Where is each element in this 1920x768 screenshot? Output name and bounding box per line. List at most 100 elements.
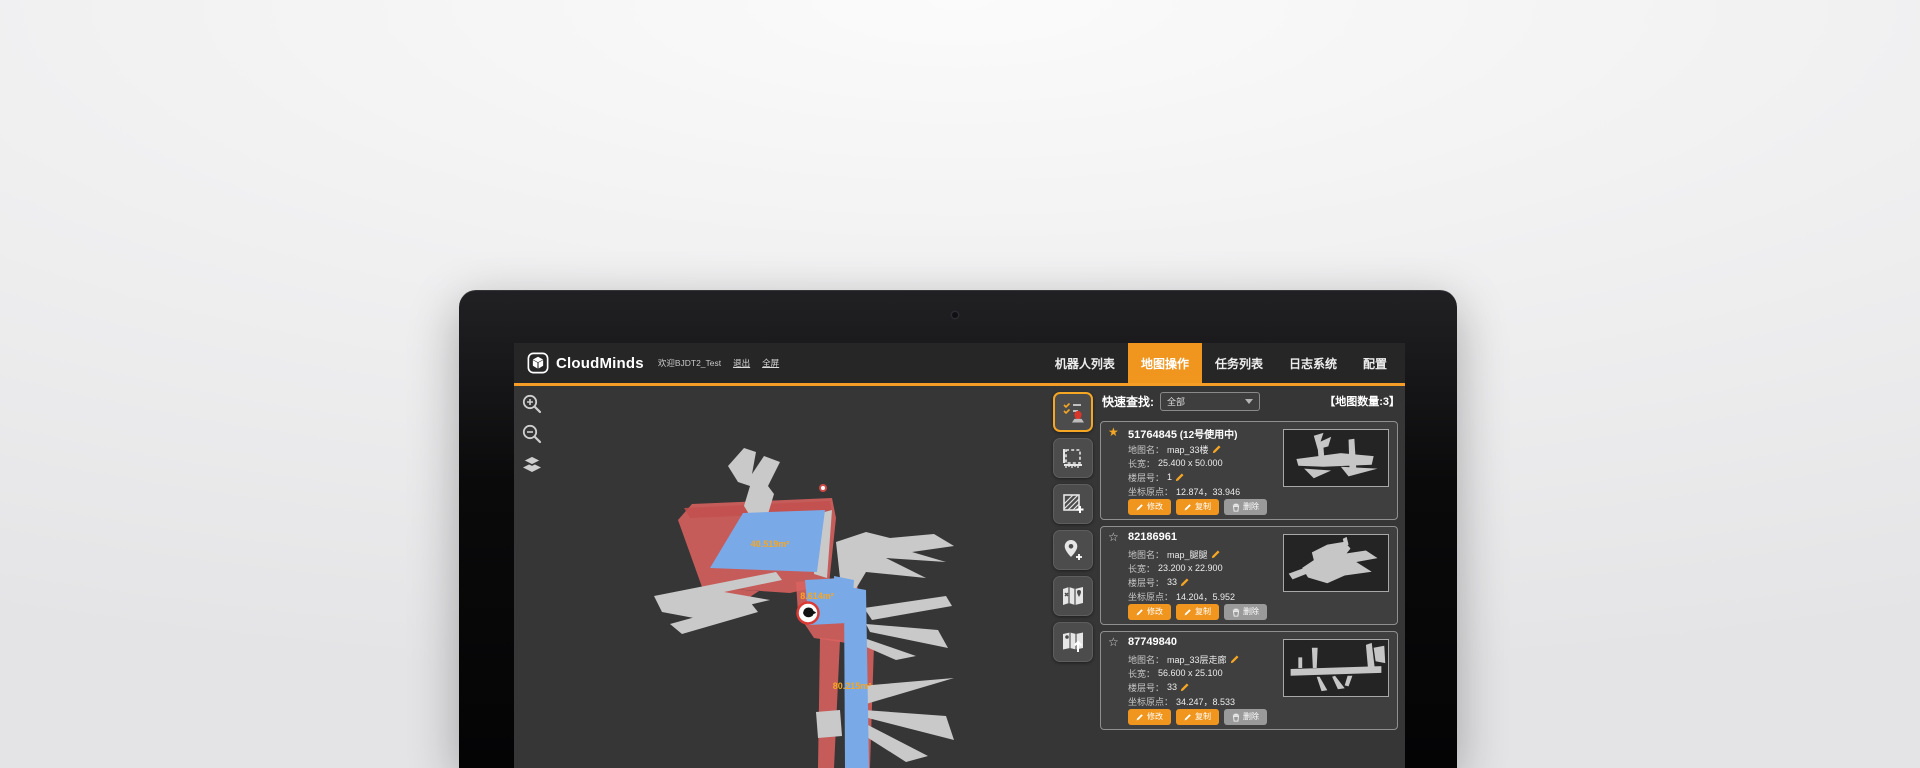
map-name-value: map_腿腿 — [1167, 548, 1208, 561]
map-count-badge: 【地图数量:3】 — [1324, 393, 1400, 409]
copy-button[interactable]: 复制 — [1176, 709, 1219, 725]
favorite-star[interactable]: ☆ — [1108, 635, 1119, 649]
nav-item-robot-list[interactable]: 机器人列表 — [1042, 343, 1128, 383]
main-nav: 机器人列表 地图操作 任务列表 日志系统 配置 — [1042, 343, 1405, 383]
floor-value: 33 — [1167, 577, 1177, 587]
map-thumbnail-image — [1284, 430, 1388, 486]
pencil-icon — [1184, 608, 1192, 616]
poi-marker[interactable] — [798, 603, 819, 624]
upload-map-icon — [1060, 629, 1086, 655]
edit-pencil-icon[interactable] — [1211, 549, 1221, 559]
map-name-value: map_33层走廊 — [1167, 653, 1227, 666]
map-with-pin-icon — [1060, 583, 1086, 609]
edit-pencil-icon[interactable] — [1212, 444, 1222, 454]
edit-button[interactable]: 修改 — [1128, 499, 1171, 515]
page-background: CloudMinds 欢迎BJDT2_Test 退出 全屏 机器人列表 地图操作… — [0, 0, 1920, 768]
copy-button[interactable]: 复制 — [1176, 499, 1219, 515]
pencil-icon — [1136, 503, 1144, 511]
field-label: 地图名： — [1128, 443, 1164, 456]
layers-button[interactable] — [521, 453, 543, 475]
quick-find-label: 快速查找: — [1102, 393, 1154, 410]
map-marker-button[interactable] — [1053, 576, 1093, 616]
filter-row: 快速查找: 全部 【地图数量:3】 — [1102, 391, 1400, 411]
add-virtual-wall-button[interactable] — [1053, 484, 1093, 524]
area-label: 40.519m² — [751, 539, 790, 549]
measure-icon — [1060, 445, 1086, 471]
webcam-dot — [952, 312, 958, 318]
field-label: 地图名： — [1128, 548, 1164, 561]
edit-button[interactable]: 修改 — [1128, 709, 1171, 725]
map-list-panel: 快速查找: 全部 【地图数量:3】 ★ 51764845 (12号使用中) 地图… — [1100, 386, 1405, 768]
map-id: 87749840 — [1128, 636, 1177, 648]
welcome-text: 欢迎BJDT2_Test — [658, 357, 721, 369]
map-card: ☆ 87749840 地图名： map_33层走廊 长宽： 56.600 x 2… — [1100, 631, 1398, 730]
area-label: 8.614m² — [800, 591, 834, 601]
app-header: CloudMinds 欢迎BJDT2_Test 退出 全屏 机器人列表 地图操作… — [514, 343, 1405, 386]
add-region-icon — [1060, 491, 1086, 517]
field-label: 长宽： — [1128, 562, 1155, 575]
pencil-icon — [1136, 713, 1144, 721]
zoom-in-button[interactable] — [521, 393, 543, 415]
add-point-button[interactable] — [1053, 530, 1093, 570]
edit-pencil-icon[interactable] — [1230, 654, 1240, 664]
field-label: 地图名： — [1128, 653, 1164, 666]
map-thumbnail-image — [1284, 535, 1388, 591]
brand-name: CloudMinds — [556, 355, 644, 372]
map-id: 82186961 — [1128, 531, 1177, 543]
delete-button[interactable]: 删除 — [1224, 604, 1267, 620]
map-zoom-tools — [521, 393, 543, 475]
fullscreen-link[interactable]: 全屏 — [762, 357, 779, 369]
edit-button[interactable]: 修改 — [1128, 604, 1171, 620]
delete-button[interactable]: 删除 — [1224, 499, 1267, 515]
map-size-value: 56.600 x 25.100 — [1158, 668, 1223, 678]
map-thumbnail[interactable] — [1283, 639, 1389, 697]
floor-value: 33 — [1167, 682, 1177, 692]
nav-item-map-operations[interactable]: 地图操作 — [1128, 343, 1202, 383]
trash-icon — [1232, 608, 1240, 617]
favorite-star[interactable]: ★ — [1108, 425, 1119, 439]
layers-icon — [521, 453, 543, 475]
field-label: 长宽： — [1128, 667, 1155, 680]
field-label: 楼层号： — [1128, 471, 1164, 484]
nav-item-config[interactable]: 配置 — [1350, 343, 1400, 383]
copy-button[interactable]: 复制 — [1176, 604, 1219, 620]
origin-value: 12.874，33.946 — [1176, 485, 1240, 498]
task-checklist-pin-icon — [1060, 399, 1086, 425]
zoom-out-icon — [521, 423, 543, 445]
waypoint-dot[interactable] — [820, 485, 826, 491]
app-screen: CloudMinds 欢迎BJDT2_Test 退出 全屏 机器人列表 地图操作… — [514, 343, 1405, 768]
map-thumbnail[interactable] — [1283, 429, 1389, 487]
upload-map-button[interactable] — [1053, 622, 1093, 662]
logout-link[interactable]: 退出 — [733, 357, 750, 369]
zoom-out-button[interactable] — [521, 423, 543, 445]
map-filter-select[interactable]: 全部 — [1160, 392, 1260, 411]
map-thumbnail-image — [1284, 640, 1388, 696]
edit-pencil-icon[interactable] — [1175, 472, 1185, 482]
nav-item-log-system[interactable]: 日志系统 — [1276, 343, 1350, 383]
measure-area-button[interactable] — [1053, 438, 1093, 478]
map-card-title: 87749840 — [1128, 636, 1177, 648]
map-thumbnail[interactable] — [1283, 534, 1389, 592]
zoom-in-icon — [521, 393, 543, 415]
trash-icon — [1232, 503, 1240, 512]
task-points-button[interactable] — [1053, 392, 1093, 432]
map-card-title: 51764845 (12号使用中) — [1128, 426, 1238, 441]
map-card: ☆ 82186961 地图名： map_腿腿 长宽： 23.200 x 22.9… — [1100, 526, 1398, 625]
map-name-value: map_33楼 — [1167, 443, 1209, 456]
main-content: 40.519m² 8.614m² 80.215m² — [514, 386, 1405, 768]
origin-value: 14.204，5.952 — [1176, 590, 1235, 603]
field-label: 坐标原点： — [1128, 590, 1173, 603]
edit-pencil-icon[interactable] — [1180, 682, 1190, 692]
map-size-value: 25.400 x 50.000 — [1158, 458, 1223, 468]
area-label: 80.215m² — [833, 681, 872, 691]
field-label: 楼层号： — [1128, 681, 1164, 694]
origin-value: 34.247，8.533 — [1176, 695, 1235, 708]
field-label: 坐标原点： — [1128, 485, 1173, 498]
map-card: ★ 51764845 (12号使用中) 地图名： map_33楼 长宽： 25.… — [1100, 421, 1398, 520]
favorite-star[interactable]: ☆ — [1108, 530, 1119, 544]
filter-selected-value: 全部 — [1167, 395, 1185, 408]
edit-pencil-icon[interactable] — [1180, 577, 1190, 587]
nav-item-task-list[interactable]: 任务列表 — [1202, 343, 1276, 383]
delete-button[interactable]: 删除 — [1224, 709, 1267, 725]
field-label: 长宽： — [1128, 457, 1155, 470]
